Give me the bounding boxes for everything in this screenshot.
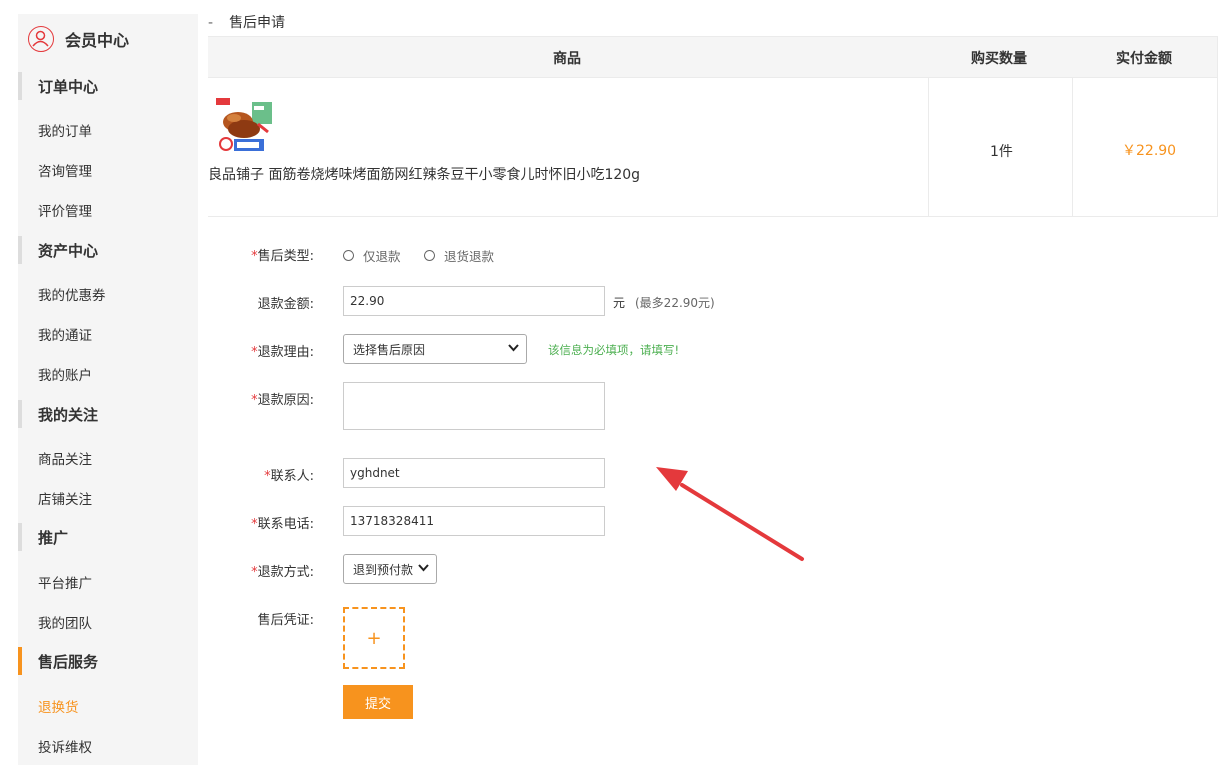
- sidebar-item-shop-follows[interactable]: 店铺关注: [38, 488, 92, 508]
- label-refund-amount: 退款金额:: [257, 297, 314, 312]
- member-center-title: 会员中心: [65, 31, 130, 50]
- label-refund-reason: *退款理由:: [251, 345, 314, 360]
- radio-label: 仅退款: [363, 249, 401, 264]
- page-title: - 售后申请: [208, 12, 285, 32]
- sidebar-group-label: 推广: [38, 528, 69, 547]
- sidebar-group-label: 订单中心: [38, 77, 99, 96]
- radio-circle-icon: [424, 250, 435, 261]
- sidebar-item-account[interactable]: 我的账户: [38, 364, 92, 384]
- amount-unit: 元: [613, 296, 626, 310]
- sidebar-item-my-orders[interactable]: 我的订单: [38, 120, 92, 140]
- sidebar-group-label: 售后服务: [38, 652, 99, 671]
- radio-refund-only[interactable]: 仅退款: [343, 246, 401, 265]
- radio-return-refund[interactable]: 退货退款: [424, 246, 494, 265]
- sidebar-group-follows: 我的关注: [18, 400, 198, 428]
- refund-method-select[interactable]: 退到预付款: [343, 554, 437, 584]
- product-name[interactable]: 良品铺子 面筋卷烧烤味烤面筋网红辣条豆干小零食儿时怀旧小吃120g: [208, 164, 640, 184]
- chevron-down-icon: [418, 564, 429, 572]
- sidebar-item-coupons[interactable]: 我的优惠券: [38, 284, 106, 304]
- sidebar-group-label: 资产中心: [38, 241, 99, 260]
- table-row: 良品铺子 面筋卷烧烤味烤面筋网红辣条豆干小零食儿时怀旧小吃120g 1件 ￥22…: [208, 77, 1217, 218]
- page-title-text: 售后申请: [229, 15, 286, 31]
- select-value: 选择售后原因: [353, 342, 426, 357]
- upload-proof-button[interactable]: +: [343, 607, 405, 669]
- member-center-header: 会员中心: [28, 24, 129, 54]
- sidebar-item-product-follows[interactable]: 商品关注: [38, 448, 92, 468]
- sidebar-item-platform-promotion[interactable]: 平台推广: [38, 572, 92, 592]
- sidebar-item-reviews[interactable]: 评价管理: [38, 200, 92, 220]
- sidebar: 会员中心 订单中心 我的订单 咨询管理 评价管理 资产中心 我的优惠券 我的通证…: [18, 14, 198, 765]
- user-avatar-icon: [28, 26, 54, 52]
- radio-label: 退货退款: [444, 249, 495, 264]
- label-refund-cause: *退款原因:: [251, 393, 314, 408]
- phone-input[interactable]: 13718328411: [343, 506, 605, 536]
- contact-input[interactable]: yghdnet: [343, 458, 605, 488]
- sidebar-item-complaints[interactable]: 投诉维权: [38, 736, 92, 756]
- plus-icon: +: [366, 627, 382, 649]
- product-table: 商品 购买数量 实付金额 良品铺子 面筋卷烧烤味烤面筋网红辣条豆干小零食儿时怀旧…: [208, 36, 1218, 217]
- label-aftersale-type: *售后类型:: [251, 249, 314, 264]
- sidebar-item-inquiries[interactable]: 咨询管理: [38, 160, 92, 180]
- title-dash: -: [208, 15, 214, 31]
- refund-reason-select[interactable]: 选择售后原因: [343, 334, 527, 364]
- amount-max-hint: (最多22.90元): [635, 296, 715, 310]
- product-amount: ￥22.90: [1122, 143, 1177, 159]
- label-refund-method: *退款方式:: [251, 565, 314, 580]
- header-product: 商品: [553, 51, 581, 67]
- refund-cause-textarea[interactable]: [343, 382, 605, 430]
- chevron-down-icon: [508, 344, 519, 352]
- table-header: 商品 购买数量 实付金额: [208, 37, 1217, 77]
- label-contact: *联系人:: [264, 469, 314, 484]
- sidebar-item-tokens[interactable]: 我的通证: [38, 324, 92, 344]
- header-quantity: 购买数量: [971, 51, 1027, 67]
- product-thumbnail[interactable]: [214, 96, 276, 154]
- label-proof: 售后凭证:: [257, 613, 314, 628]
- sidebar-item-my-team[interactable]: 我的团队: [38, 612, 92, 632]
- sidebar-group-promotion: 推广: [18, 523, 198, 551]
- refund-amount-input[interactable]: 22.90: [343, 286, 605, 316]
- label-phone: *联系电话:: [251, 517, 314, 532]
- sidebar-group-label: 我的关注: [38, 405, 99, 424]
- sidebar-group-after-sales: 售后服务: [18, 647, 198, 675]
- select-value: 退到预付款: [353, 562, 414, 577]
- required-warning: 该信息为必填项，请填写!: [548, 343, 680, 357]
- submit-button[interactable]: 提交: [343, 685, 413, 719]
- annotation-arrow-icon: [656, 467, 804, 561]
- radio-circle-icon: [343, 250, 354, 261]
- header-amount: 实付金额: [1116, 51, 1172, 67]
- sidebar-group-assets: 资产中心: [18, 236, 198, 264]
- product-quantity: 1件: [990, 144, 1013, 160]
- sidebar-group-orders: 订单中心: [18, 72, 198, 100]
- sidebar-item-returns[interactable]: 退换货: [38, 696, 79, 716]
